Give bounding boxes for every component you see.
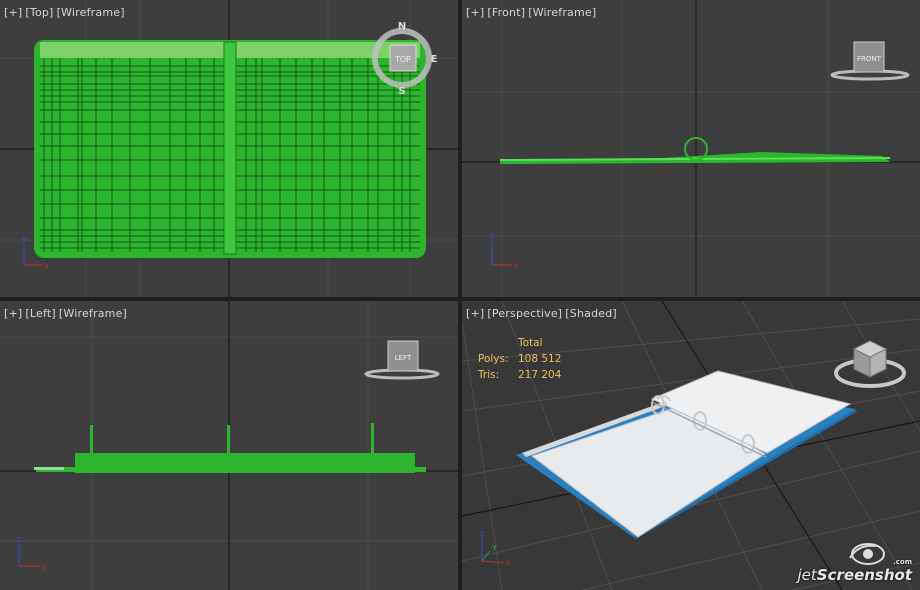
viewcube-face-label[interactable]: LEFT — [395, 354, 412, 362]
svg-text:z: z — [480, 529, 484, 538]
viewport-point-of-view[interactable]: [Perspective] — [487, 307, 562, 320]
tris-value: 217 204 — [518, 369, 562, 381]
viewcube[interactable] — [832, 331, 910, 393]
viewcube-compass[interactable]: TOP N E S — [368, 18, 440, 96]
viewcube-face-label[interactable]: FRONT — [857, 55, 882, 63]
axis-gizmo: yz — [17, 535, 46, 571]
axis-gizmo: xz — [490, 232, 519, 270]
viewcube-face-label[interactable]: TOP — [394, 55, 411, 64]
viewport-shading-mode[interactable]: [Shaded] — [565, 307, 617, 320]
viewcube[interactable]: FRONT — [828, 38, 912, 84]
viewport-front[interactable]: xz [+] [Front] [Wireframe] FRONT — [462, 0, 920, 297]
watermark-prefix: jet — [797, 566, 817, 584]
polys-label: Polys: — [478, 353, 509, 365]
compass-south-label: S — [398, 86, 405, 96]
tris-label: Tris: — [478, 369, 500, 381]
viewport-point-of-view[interactable]: [Front] — [487, 6, 525, 19]
compass-east-label: E — [431, 54, 438, 65]
viewport-perspective[interactable]: xyz [+] [Perspective] [Shaded] Total Polys… — [462, 301, 920, 590]
viewport-label-top[interactable]: [+] [Top] [Wireframe] — [4, 6, 128, 19]
svg-text:x: x — [44, 261, 49, 270]
viewport-shading-mode[interactable]: [Wireframe] — [59, 307, 127, 320]
watermark-domain: .com — [893, 558, 912, 566]
svg-text:z: z — [490, 232, 494, 241]
viewport-shading-mode[interactable]: [Wireframe] — [57, 6, 125, 19]
scene-statistics: Total Polys: 108 512 Tris: 217 204 — [478, 335, 561, 383]
viewport-label-front[interactable]: [+] [Front] [Wireframe] — [466, 6, 599, 19]
svg-text:y: y — [492, 542, 497, 551]
svg-text:y: y — [22, 234, 27, 243]
viewport-menu-plus[interactable]: [+] — [466, 307, 484, 320]
stats-header: Total — [518, 337, 543, 349]
viewport-label-perspective[interactable]: [+] [Perspective] [Shaded] — [466, 307, 620, 320]
watermark-brand: Screenshot — [816, 566, 912, 584]
viewcube[interactable]: LEFT — [362, 337, 446, 383]
viewport-left[interactable]: yz [+] [Left] [Wireframe] LEFT — [0, 301, 458, 590]
viewport-menu-plus[interactable]: [+] — [4, 6, 22, 19]
watermark: jetScreenshot .com — [797, 558, 912, 584]
viewport-shading-mode[interactable]: [Wireframe] — [528, 6, 596, 19]
viewport-point-of-view[interactable]: [Left] — [25, 307, 55, 320]
binder-front-wireframe — [499, 137, 891, 164]
svg-text:z: z — [17, 535, 21, 544]
compass-north-label: N — [398, 21, 406, 32]
polys-value: 108 512 — [518, 353, 562, 365]
viewport-menu-plus[interactable]: [+] — [4, 307, 22, 320]
svg-text:y: y — [41, 562, 46, 571]
svg-text:x: x — [514, 261, 519, 270]
binder-left-wireframe — [34, 423, 426, 473]
viewport-point-of-view[interactable]: [Top] — [25, 6, 53, 19]
svg-text:x: x — [506, 558, 511, 567]
viewport-label-left[interactable]: [+] [Left] [Wireframe] — [4, 307, 130, 320]
watermark-logo-icon — [849, 543, 885, 565]
viewport-top[interactable]: x y [+] [Top] [Wireframe] TOP N E S — [0, 0, 458, 297]
viewport-menu-plus[interactable]: [+] — [466, 6, 484, 19]
